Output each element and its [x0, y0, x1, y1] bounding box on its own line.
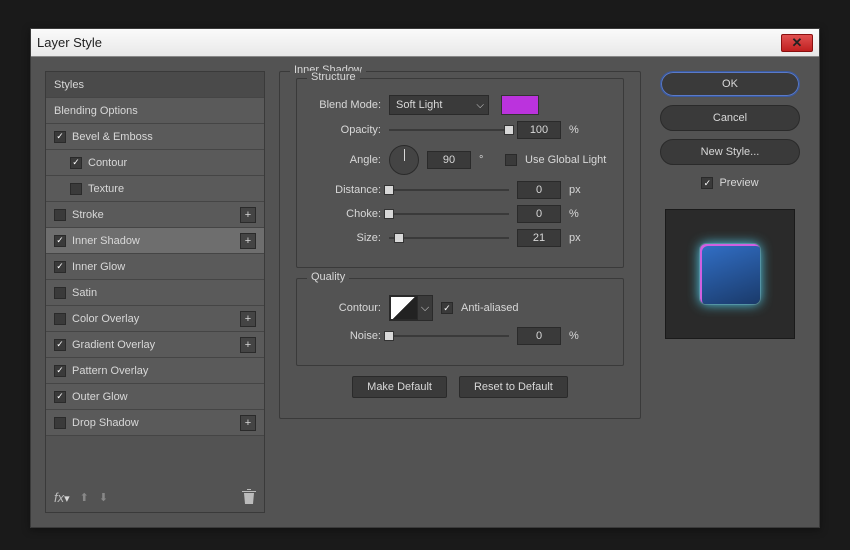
style-item-contour[interactable]: Contour	[46, 150, 264, 176]
global-light-checkbox[interactable]	[505, 154, 517, 166]
contour-swatch-icon	[390, 296, 418, 320]
distance-label: Distance:	[313, 184, 381, 196]
layer-style-dialog: Layer Style ✕ Styles Blending Options Be…	[30, 28, 820, 528]
styles-footer: fx▾ ⬆ ⬇	[46, 482, 264, 512]
style-item-label: Pattern Overlay	[72, 365, 148, 377]
angle-input[interactable]: 90	[427, 151, 471, 169]
add-effect-icon[interactable]: +	[240, 415, 256, 431]
styles-header[interactable]: Styles	[46, 72, 264, 98]
style-checkbox[interactable]	[54, 209, 66, 221]
style-item-label: Gradient Overlay	[72, 339, 155, 351]
blend-mode-label: Blend Mode:	[313, 99, 381, 111]
style-item-label: Bevel & Emboss	[72, 131, 153, 143]
choke-label: Choke:	[313, 208, 381, 220]
styles-list-panel: Styles Blending Options Bevel & Emboss Co…	[45, 71, 265, 513]
make-default-button[interactable]: Make Default	[352, 376, 447, 398]
style-item-label: Texture	[88, 183, 124, 195]
angle-dial[interactable]	[389, 145, 419, 175]
opacity-slider[interactable]	[389, 123, 509, 137]
fx-icon[interactable]: fx▾	[54, 490, 70, 505]
structure-title: Structure	[307, 71, 360, 83]
style-item-pattern-overlay[interactable]: Pattern Overlay	[46, 358, 264, 384]
contour-picker[interactable]	[389, 295, 433, 321]
style-item-bevel-emboss[interactable]: Bevel & Emboss	[46, 124, 264, 150]
add-effect-icon[interactable]: +	[240, 233, 256, 249]
style-item-label: Stroke	[72, 209, 104, 221]
style-item-color-overlay[interactable]: Color Overlay +	[46, 306, 264, 332]
style-item-inner-shadow[interactable]: Inner Shadow +	[46, 228, 264, 254]
add-effect-icon[interactable]: +	[240, 311, 256, 327]
distance-slider[interactable]	[389, 183, 509, 197]
style-item-stroke[interactable]: Stroke +	[46, 202, 264, 228]
style-checkbox[interactable]	[54, 287, 66, 299]
titlebar: Layer Style ✕	[31, 29, 819, 57]
structure-fieldset: Structure Blend Mode: Soft Light Opacity…	[296, 78, 624, 268]
style-checkbox[interactable]	[54, 417, 66, 429]
style-item-inner-glow[interactable]: Inner Glow	[46, 254, 264, 280]
opacity-label: Opacity:	[313, 124, 381, 136]
right-panel: OK Cancel New Style... Preview	[655, 71, 805, 513]
style-checkbox[interactable]	[54, 261, 66, 273]
shadow-color-swatch[interactable]	[501, 95, 539, 115]
style-item-label: Satin	[72, 287, 97, 299]
style-item-texture[interactable]: Texture	[46, 176, 264, 202]
move-down-icon[interactable]: ⬇	[99, 491, 108, 504]
preview-label: Preview	[719, 177, 758, 189]
reset-default-button[interactable]: Reset to Default	[459, 376, 568, 398]
style-checkbox[interactable]	[54, 313, 66, 325]
size-label: Size:	[313, 232, 381, 244]
style-item-label: Inner Shadow	[72, 235, 140, 247]
style-checkbox[interactable]	[70, 157, 82, 169]
noise-slider[interactable]	[389, 329, 509, 343]
style-item-gradient-overlay[interactable]: Gradient Overlay +	[46, 332, 264, 358]
opacity-input[interactable]: 100	[517, 121, 561, 139]
style-item-label: Inner Glow	[72, 261, 125, 273]
size-slider[interactable]	[389, 231, 509, 245]
style-checkbox[interactable]	[54, 339, 66, 351]
move-up-icon[interactable]: ⬆	[80, 491, 89, 504]
style-item-outer-glow[interactable]: Outer Glow	[46, 384, 264, 410]
choke-input[interactable]: 0	[517, 205, 561, 223]
new-style-button[interactable]: New Style...	[660, 139, 800, 165]
style-item-drop-shadow[interactable]: Drop Shadow +	[46, 410, 264, 436]
blending-options-row[interactable]: Blending Options	[46, 98, 264, 124]
ok-button[interactable]: OK	[660, 71, 800, 97]
preview-thumbnail	[700, 244, 760, 304]
add-effect-icon[interactable]: +	[240, 337, 256, 353]
style-checkbox[interactable]	[54, 365, 66, 377]
options-panel: Inner Shadow Structure Blend Mode: Soft …	[279, 71, 641, 513]
contour-label: Contour:	[313, 302, 381, 314]
quality-fieldset: Quality Contour: Anti-aliased Noise:	[296, 278, 624, 366]
style-checkbox[interactable]	[54, 131, 66, 143]
preview-checkbox[interactable]	[701, 177, 713, 189]
chevron-down-icon	[418, 302, 432, 315]
cancel-button[interactable]: Cancel	[660, 105, 800, 131]
close-icon: ✕	[792, 35, 803, 51]
style-item-label: Outer Glow	[72, 391, 128, 403]
style-item-label: Color Overlay	[72, 313, 139, 325]
noise-input[interactable]: 0	[517, 327, 561, 345]
trash-icon[interactable]	[242, 489, 256, 505]
global-light-label: Use Global Light	[525, 154, 606, 166]
antialiased-label: Anti-aliased	[461, 302, 518, 314]
antialiased-checkbox[interactable]	[441, 302, 453, 314]
style-item-label: Contour	[88, 157, 127, 169]
choke-slider[interactable]	[389, 207, 509, 221]
style-checkbox[interactable]	[54, 235, 66, 247]
preview-box	[665, 209, 795, 339]
style-item-label: Drop Shadow	[72, 417, 139, 429]
angle-label: Angle:	[313, 154, 381, 166]
style-checkbox[interactable]	[54, 391, 66, 403]
blend-mode-select[interactable]: Soft Light	[389, 95, 489, 115]
style-checkbox[interactable]	[70, 183, 82, 195]
window-title: Layer Style	[37, 35, 102, 50]
quality-title: Quality	[307, 271, 349, 283]
size-input[interactable]: 21	[517, 229, 561, 247]
distance-input[interactable]: 0	[517, 181, 561, 199]
noise-label: Noise:	[313, 330, 381, 342]
close-button[interactable]: ✕	[781, 34, 813, 52]
main-fieldset: Inner Shadow Structure Blend Mode: Soft …	[279, 71, 641, 419]
add-effect-icon[interactable]: +	[240, 207, 256, 223]
style-item-satin[interactable]: Satin	[46, 280, 264, 306]
